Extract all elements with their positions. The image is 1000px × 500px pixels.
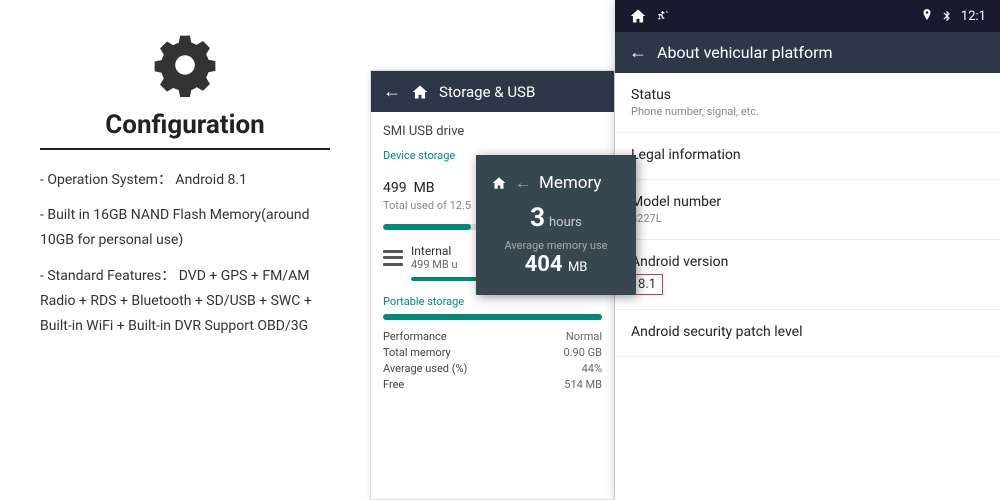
about-item-title: Model number (631, 194, 984, 210)
about-item-sub: Phone number, signal, etc. (631, 105, 984, 118)
about-title: About vehicular platform (657, 43, 833, 62)
security-row: Android security patch level (631, 324, 984, 342)
perf-label: Performance (383, 330, 447, 343)
statusbar-left (629, 8, 673, 24)
statusbar-right: 12:1 (921, 8, 986, 24)
memory-title: Memory (539, 173, 601, 193)
memory-header-row: ← Memory (476, 173, 636, 193)
perf-label: Free (383, 378, 404, 391)
avg-mem-unit: MB (568, 260, 587, 275)
about-body: Status Phone number, signal, etc. Legal i… (615, 73, 1000, 500)
storage-size-value: 499 (383, 180, 407, 196)
about-header: ← About vehicular platform (615, 32, 1000, 73)
internal-label: Internal (411, 244, 458, 258)
home-icon (411, 84, 429, 100)
perf-label: Total memory (383, 346, 451, 359)
perf-value: 514 MB (564, 378, 602, 391)
about-item[interactable]: Legal information (615, 133, 1000, 180)
left-panel: Configuration - Operation System： Androi… (0, 0, 370, 500)
perf-value: 44% (582, 362, 602, 375)
memory-back-button[interactable]: ← (515, 173, 531, 193)
portable-bar (383, 314, 602, 320)
location-icon (921, 8, 933, 24)
storage-size-unit: MB (414, 180, 435, 196)
storage-header: ← Storage & USB (371, 71, 614, 112)
avg-mem-label: Average memory use (505, 239, 608, 252)
perf-rows: Performance Normal Total memory 0.90 GB Aver… (383, 330, 602, 391)
about-back-button[interactable]: ← (629, 42, 647, 63)
about-item-sub: 8227L (631, 212, 984, 225)
avg-mem-val-wrap: 404 MB (525, 252, 588, 277)
status-time: 12:1 (961, 9, 986, 24)
memory-home-icon (491, 176, 507, 190)
config-item-1: - Operation System： Android 8.1 (40, 168, 330, 193)
avg-mem-value: 404 MB (525, 252, 588, 277)
perf-value: Normal (566, 330, 602, 343)
internal-mb: 499 MB u (411, 258, 458, 271)
about-item-title: Status (631, 87, 984, 103)
perf-value: 0.90 GB (563, 346, 602, 359)
config-item-2: - Built in 16GB NAND Flash Memory(around… (40, 203, 330, 253)
config-title: Configuration (40, 110, 330, 150)
storage-title: Storage & USB (439, 83, 535, 101)
memory-hours-wrap: 3 hours (530, 203, 582, 233)
about-item[interactable]: Status Phone number, signal, etc. (615, 73, 1000, 133)
perf-row: Total memory 0.90 GB (383, 346, 602, 359)
storage-bar-fill (383, 224, 471, 230)
about-item[interactable]: Model number 8227L (615, 180, 1000, 240)
memory-hours-unit: hours (549, 215, 582, 230)
storage-back-button[interactable]: ← (383, 81, 401, 102)
bluetooth-icon (941, 8, 953, 24)
gear-icon (150, 30, 220, 100)
memory-hours-value: 3 (530, 203, 545, 233)
about-item-title: Legal information (631, 147, 984, 163)
perf-label: Average used (%) (383, 362, 467, 375)
about-item[interactable]: Android security patch level (615, 310, 1000, 357)
config-icon-wrap (40, 30, 330, 100)
about-item[interactable]: Android version 8.1 (615, 240, 1000, 310)
about-item-title: Android version (631, 254, 984, 270)
server-icon (383, 250, 403, 266)
memory-overlay: ← Memory 3 hours Average memory use 404 … (476, 155, 636, 295)
statusbar: 12:1 (615, 0, 1000, 32)
about-item-title: Android security patch level (631, 324, 802, 340)
perf-row: Average used (%) 44% (383, 362, 602, 375)
about-panel: 12:1 ← About vehicular platform Status P… (615, 0, 1000, 500)
smi-label: SMI USB drive (383, 124, 602, 139)
portable-label: Portable storage (383, 295, 602, 308)
config-list: - Operation System： Android 8.1 - Built … (40, 168, 330, 349)
usb-icon (657, 8, 673, 24)
config-item-3: - Standard Features： DVD + GPS + FM/AM R… (40, 264, 330, 340)
perf-row: Performance Normal (383, 330, 602, 343)
statusbar-home-icon (629, 8, 647, 24)
perf-row: Free 514 MB (383, 378, 602, 391)
